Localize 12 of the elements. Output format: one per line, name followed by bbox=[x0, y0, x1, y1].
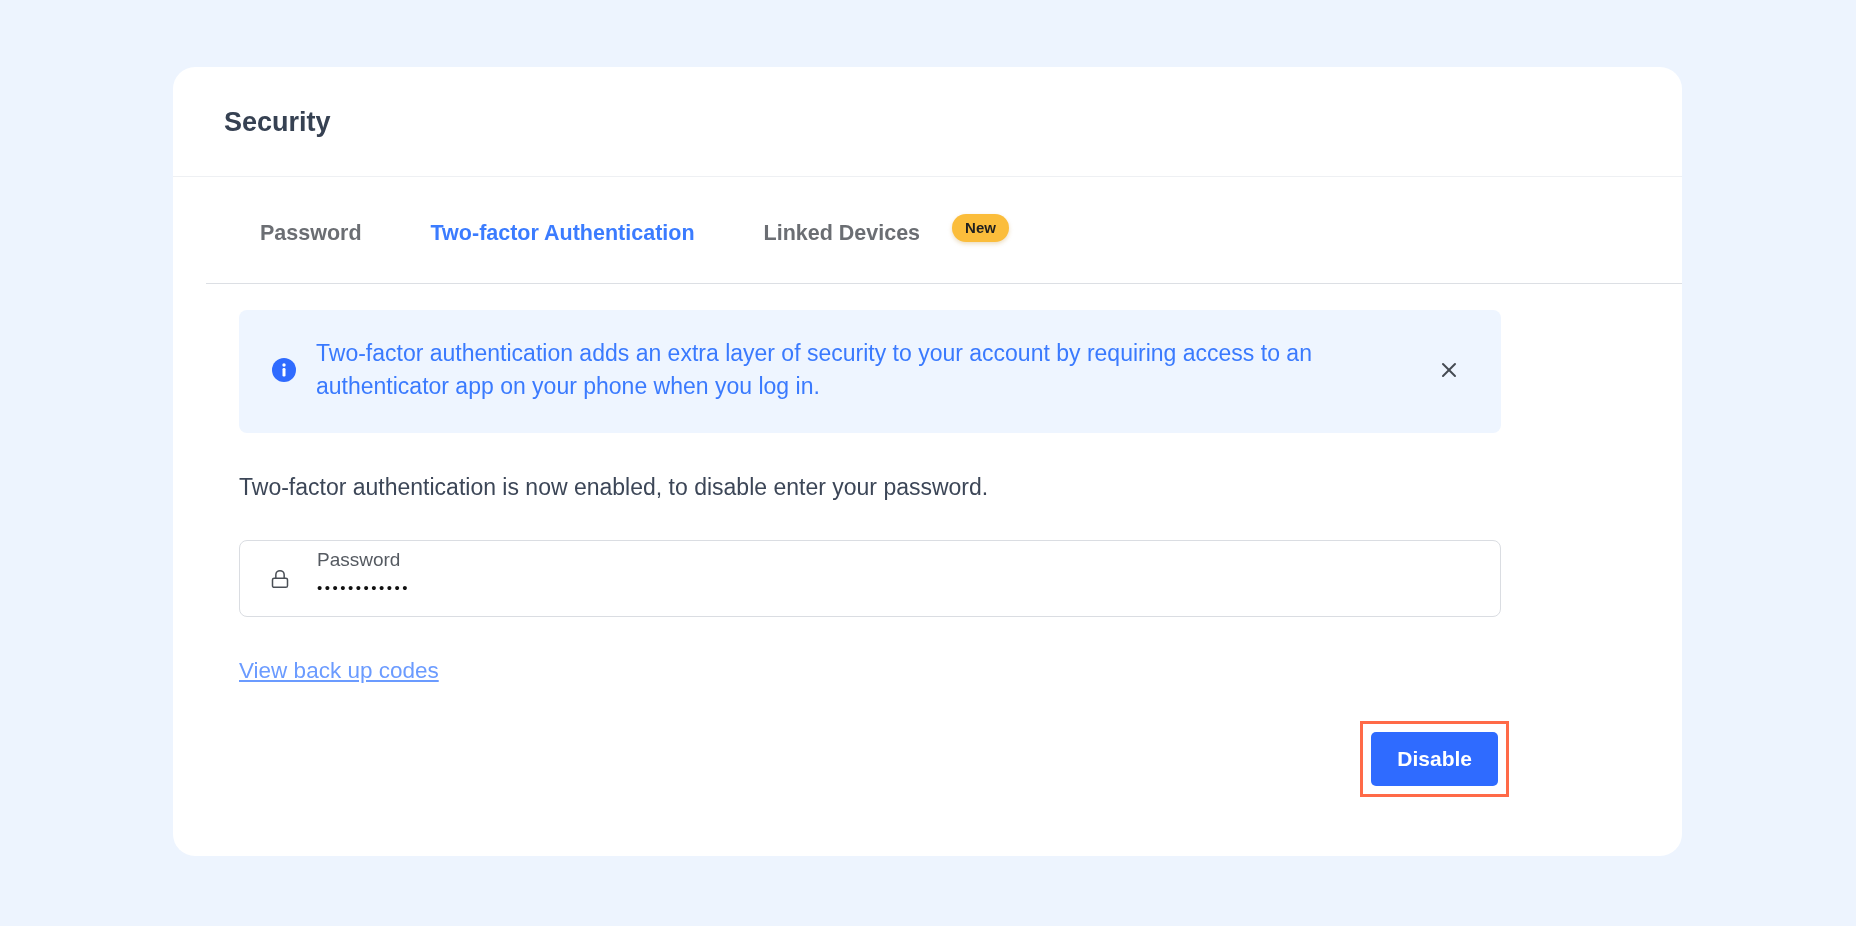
tab[interactable]: Linked Devices bbox=[763, 218, 921, 247]
disable-button[interactable]: Disable bbox=[1371, 732, 1498, 786]
tab[interactable]: Two-factor Authentication bbox=[430, 218, 695, 247]
password-field[interactable]: Password •••••••••••• bbox=[239, 540, 1501, 617]
tab[interactable]: Password bbox=[260, 218, 362, 247]
lock-icon bbox=[270, 568, 290, 589]
backup-codes-link[interactable]: View back up codes bbox=[239, 656, 439, 686]
new-badge: New bbox=[952, 213, 1009, 242]
card-title: Security bbox=[224, 105, 331, 139]
info-icon bbox=[272, 357, 296, 382]
notice-text: Two-factor authentication is now enabled, to disable enter your password. bbox=[239, 473, 990, 502]
info-text: Two-factor authentication adds an extra layer of security to your account by requiring access to an authenticator app on your phone when you log in. bbox=[316, 338, 1313, 401]
